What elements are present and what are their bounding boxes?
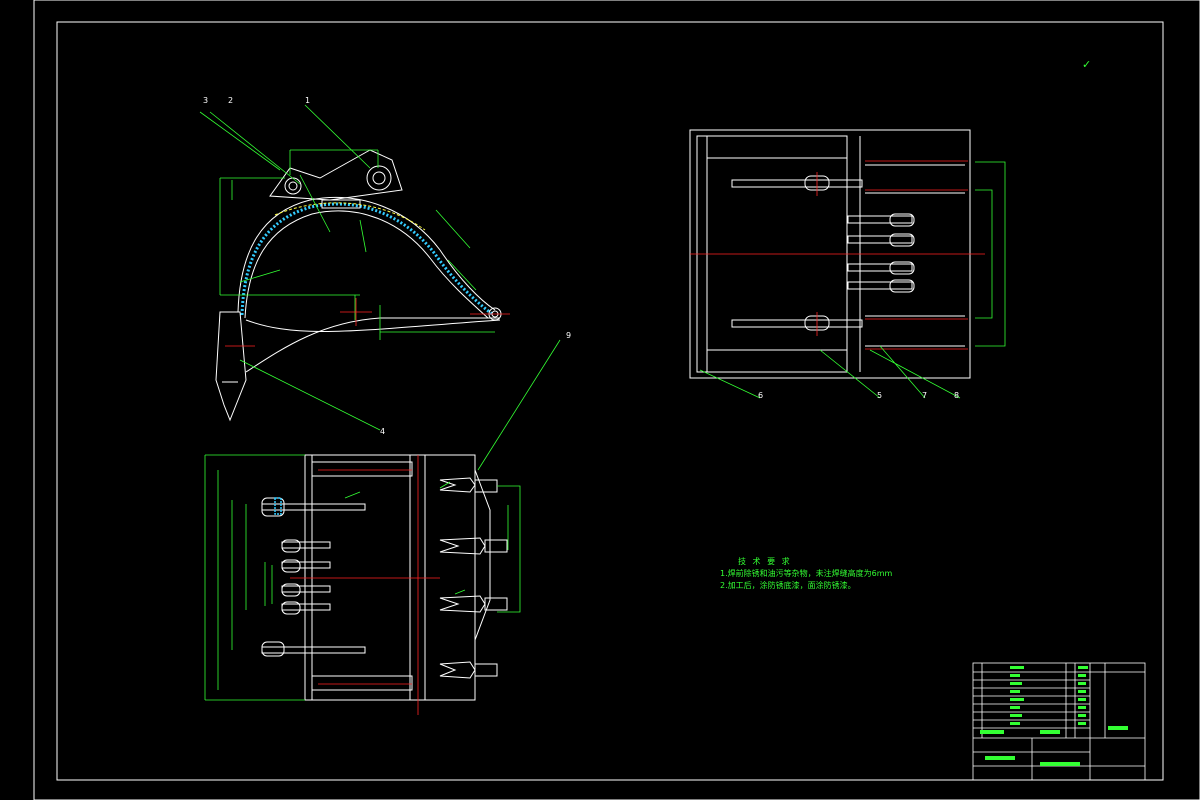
bottom-view-weld-detail [274,497,282,515]
technical-requirements-title: 技 术 要 求 [738,557,792,566]
cad-drawing-canvas: 3 2 1 4 9 6 5 7 8 [33,0,1200,800]
technical-requirement-line-1: 1.焊前除锈和油污等杂物，未注焊缝高度为6mm [720,569,893,578]
callout-labels: 3 2 1 4 9 6 5 7 8 [203,96,959,436]
bottom-view-dimensions [204,339,561,701]
callout-9: 9 [566,331,571,340]
callout-3: 3 [203,96,208,105]
top-view-centerlines [690,160,985,350]
technical-requirements: 技 术 要 求 1.焊前除锈和油污等杂物，未注焊缝高度为6mm 2.加工后，涂防… [720,556,892,592]
callout-6: 6 [758,391,763,400]
callout-5: 5 [877,391,882,400]
technical-requirement-line-2: 2.加工后，涂防锈底漆，面涂防锈漆。 [720,581,856,590]
surface-roughness-mark: ✓ [1082,58,1092,71]
callout-1: 1 [305,96,310,105]
title-block-fills [980,666,1128,766]
callout-8: 8 [954,391,959,400]
callout-7: 7 [922,391,927,400]
bottom-view-plan [261,454,508,701]
callout-4: 4 [380,427,385,436]
top-view-dimensions [699,161,1006,399]
side-view-ripper [215,149,502,422]
callout-2: 2 [228,96,233,105]
